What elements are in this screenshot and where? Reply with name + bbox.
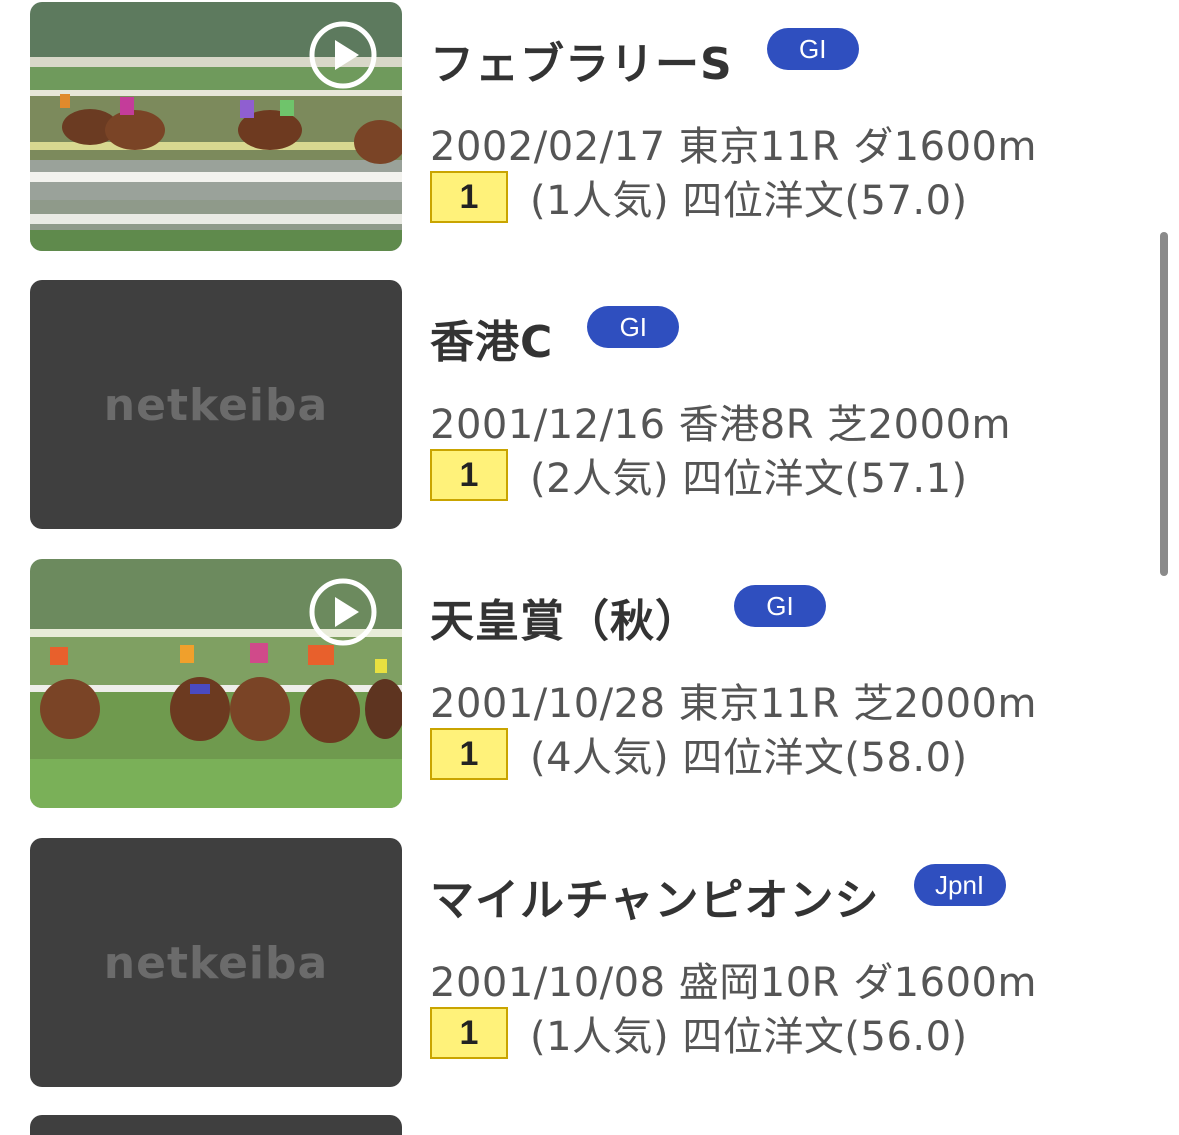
race-thumbnail-placeholder: netkeiba <box>30 280 402 529</box>
race-course: 芝2000m <box>853 681 1037 727</box>
race-name[interactable]: フェブラリーS <box>430 28 733 92</box>
result-detail: (2人気) 四位洋文(57.1) <box>530 446 968 504</box>
race-meta: 2002/02/17 東京11R ダ1600m <box>430 114 1037 172</box>
grade-badge: GI <box>587 306 680 348</box>
result-detail: (1人気) 四位洋文(57.0) <box>530 168 968 226</box>
popularity: (4人気) <box>530 735 670 781</box>
race-meta: 2001/10/08 盛岡10R ダ1600m <box>430 950 1037 1008</box>
race-list-item[interactable]: 天皇賞（秋） GI 2001/10/28 東京11R 芝2000m 1 (4人気… <box>30 559 1130 809</box>
result-detail: (1人気) 四位洋文(56.0) <box>530 1004 968 1062</box>
race-name[interactable]: 天皇賞（秋） <box>430 585 700 649</box>
race-venue: 東京11R <box>678 681 840 727</box>
race-result: 1 (1人気) 四位洋文(57.0) <box>430 168 968 226</box>
race-meta: 2001/12/16 香港8R 芝2000m <box>430 392 1011 450</box>
netkeiba-logo: netkeiba <box>103 938 329 989</box>
race-course: ダ1600m <box>853 124 1037 170</box>
race-list-item[interactable]: netkeiba 香港C GI 2001/12/16 香港8R 芝2000m 1… <box>30 280 1130 530</box>
grade-badge: JpnI <box>913 864 1006 906</box>
race-title-line: フェブラリーS GI <box>430 28 859 92</box>
race-venue: 盛岡10R <box>678 960 840 1006</box>
race-result: 1 (2人気) 四位洋文(57.1) <box>430 446 968 504</box>
race-title-line: マイルチャンピオンシ JpnI <box>430 864 1006 928</box>
jockey-weight: 四位洋文(57.1) <box>682 456 968 502</box>
jockey-weight: 四位洋文(58.0) <box>682 735 968 781</box>
race-date: 2001/12/16 <box>430 402 666 448</box>
race-name[interactable]: 香港C <box>430 306 553 370</box>
race-date: 2001/10/08 <box>430 960 666 1006</box>
jockey-weight: 四位洋文(56.0) <box>682 1014 968 1060</box>
race-venue: 東京11R <box>678 124 840 170</box>
popularity: (2人気) <box>530 456 670 502</box>
popularity: (1人気) <box>530 1014 670 1060</box>
race-date: 2002/02/17 <box>430 124 666 170</box>
netkeiba-logo: netkeiba <box>103 380 329 431</box>
race-list-item[interactable]: フェブラリーS GI 2002/02/17 東京11R ダ1600m 1 (1人… <box>30 2 1130 252</box>
race-video-thumbnail[interactable] <box>30 559 402 808</box>
race-result: 1 (4人気) 四位洋文(58.0) <box>430 725 968 783</box>
race-result: 1 (1人気) 四位洋文(56.0) <box>430 1004 968 1062</box>
grade-badge: GI <box>734 585 826 627</box>
race-list-item[interactable]: netkeiba マイルチャンピオンシ JpnI 2001/10/08 盛岡10… <box>30 838 1130 1088</box>
finish-rank-badge: 1 <box>430 1007 508 1059</box>
result-detail: (4人気) 四位洋文(58.0) <box>530 725 968 783</box>
race-meta: 2001/10/28 東京11R 芝2000m <box>430 671 1037 729</box>
race-title-line: 天皇賞（秋） GI <box>430 585 826 649</box>
race-title-line: 香港C GI <box>430 306 680 370</box>
play-icon[interactable] <box>308 577 378 647</box>
race-name[interactable]: マイルチャンピオンシ <box>430 864 880 928</box>
next-race-thumbnail-partial <box>30 1115 402 1135</box>
race-date: 2001/10/28 <box>430 681 666 727</box>
jockey-weight: 四位洋文(57.0) <box>682 178 968 224</box>
race-thumbnail-placeholder: netkeiba <box>30 838 402 1087</box>
race-course: 芝2000m <box>827 402 1011 448</box>
finish-rank-badge: 1 <box>430 728 508 780</box>
finish-rank-badge: 1 <box>430 171 508 223</box>
grade-badge: GI <box>766 28 859 70</box>
finish-rank-badge: 1 <box>430 449 508 501</box>
play-icon[interactable] <box>308 20 378 90</box>
popularity: (1人気) <box>530 178 670 224</box>
scrollbar[interactable] <box>1160 232 1168 576</box>
race-venue: 香港8R <box>678 402 815 448</box>
race-video-thumbnail[interactable] <box>30 2 402 251</box>
race-course: ダ1600m <box>853 960 1037 1006</box>
